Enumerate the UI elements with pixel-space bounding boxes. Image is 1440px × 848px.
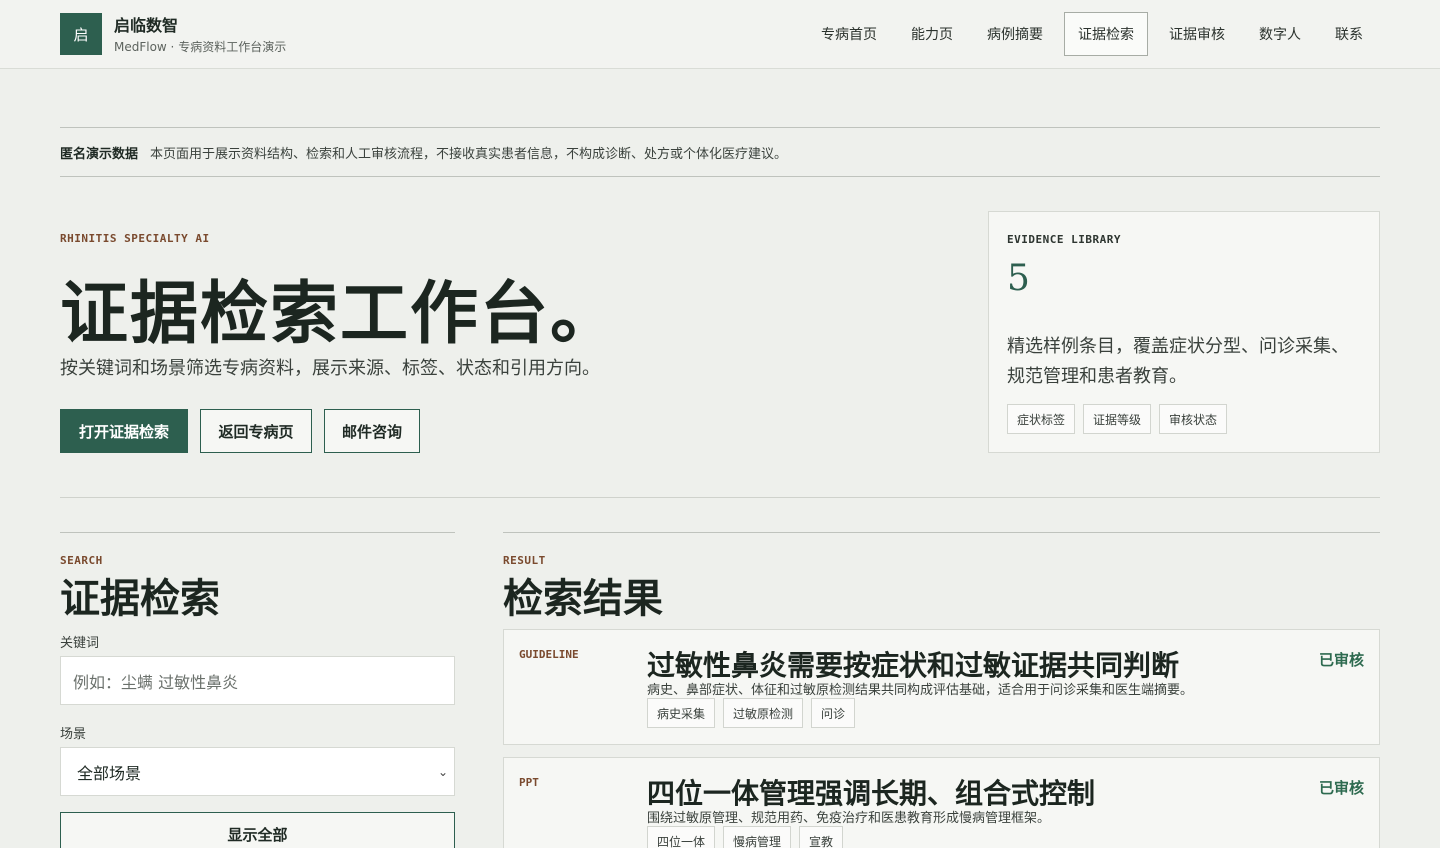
brand-name[interactable]: 启临数智 [114,12,178,36]
back-to-specialty-button[interactable]: 返回专病页 [200,409,312,453]
results-title: 检索结果 [503,575,663,622]
result-tag: 病史采集 [647,698,716,728]
scene-label: 场景 [60,727,87,742]
email-consult-button[interactable]: 邮件咨询 [324,409,420,453]
nav-item-evidence-review[interactable]: 证据审核 [1152,12,1242,56]
open-search-button[interactable]: 打开证据检索 [60,409,188,453]
chip-review-status: 审核状态 [1159,404,1228,434]
nav-item-case-summary[interactable]: 病例摘要 [970,12,1060,56]
evidence-description: 精选样例条目，覆盖症状分型、问诊采集、规范管理和患者教育。 [1007,336,1349,387]
result-tag: 慢病管理 [723,826,792,848]
hero-eyebrow: RHINITIS SPECIALTY AI [60,232,210,245]
result-description: 病史、鼻部症状、体征和过敏原检测结果共同构成评估基础，适合用于问诊采集和医生端摘… [647,683,1194,698]
results-panel-rule [503,532,1380,533]
notice-label: 匿名演示数据 [60,146,139,162]
review-status-badge: 已审核 [1318,651,1364,669]
result-description: 围绕过敏原管理、规范用药、免疫治疗和医患教育形成慢病管理框架。 [647,811,1051,826]
logo[interactable]: 启 [60,13,102,55]
chip-evidence-level: 证据等级 [1083,404,1152,434]
section-divider [60,497,1380,498]
notice-text: 本页面用于展示资料结构、检索和人工审核流程，不接收真实患者信息，不构成诊断、处方… [150,146,788,162]
result-title[interactable]: 过敏性鼻炎需要按症状和过敏证据共同判断 [647,644,1179,684]
demo-notice: 匿名演示数据 本页面用于展示资料结构、检索和人工审核流程，不接收真实患者信息，不… [60,127,1380,177]
top-bar: 启 启临数智 MedFlow · 专病资料工作台演示 专病首页 能力页 病例摘要… [0,0,1440,69]
search-panel-rule [60,532,455,533]
result-card[interactable]: GUIDELINE 过敏性鼻炎需要按症状和过敏证据共同判断 病史、鼻部症状、体征… [503,629,1380,745]
search-title: 证据检索 [60,575,220,622]
scene-select[interactable]: 全部场景 ⌄ [60,747,455,796]
keyword-label: 关键词 [60,636,100,651]
nav-item-home[interactable]: 专病首页 [804,12,894,56]
nav-item-digital-human[interactable]: 数字人 [1242,12,1318,56]
result-type: PPT [519,776,539,789]
evidence-chips: 症状标签 证据等级 审核状态 [1007,404,1228,434]
result-tag: 宣教 [799,826,844,848]
review-status-badge: 已审核 [1318,779,1364,797]
evidence-library-card: EVIDENCE LIBRARY 5 精选样例条目，覆盖症状分型、问诊采集、规范… [988,211,1380,453]
scene-select-value: 全部场景 [77,763,142,783]
result-tags: 病史采集 过敏原检测 问诊 [647,698,856,728]
brand-subtitle: MedFlow · 专病资料工作台演示 [114,40,287,54]
main-nav: 专病首页 能力页 病例摘要 证据检索 证据审核 数字人 联系 [804,12,1380,56]
nav-item-capabilities[interactable]: 能力页 [894,12,970,56]
nav-item-contact[interactable]: 联系 [1318,12,1380,56]
result-tag: 过敏原检测 [723,698,804,728]
result-card[interactable]: PPT 四位一体管理强调长期、组合式控制 围绕过敏原管理、规范用药、免疫治疗和医… [503,757,1380,848]
evidence-count: 5 [1007,258,1030,299]
nav-item-evidence-search[interactable]: 证据检索 [1064,12,1148,56]
page-title: 证据检索工作台。 [60,274,621,354]
evidence-eyebrow: EVIDENCE LIBRARY [1007,233,1121,246]
result-type: GUIDELINE [519,648,579,661]
show-all-button[interactable]: 显示全部 [60,812,455,848]
result-tag: 问诊 [811,698,856,728]
chip-symptom-tag: 症状标签 [1007,404,1076,434]
result-title[interactable]: 四位一体管理强调长期、组合式控制 [647,772,1095,812]
keyword-input[interactable]: 例如：尘螨 过敏性鼻炎 [60,656,455,705]
chevron-down-icon: ⌄ [437,764,448,779]
result-tag: 四位一体 [647,826,716,848]
hero-subtitle: 按关键词和场景筛选专病资料，展示来源、标签、状态和引用方向。 [60,358,600,379]
result-tags: 四位一体 慢病管理 宣教 [647,826,844,848]
